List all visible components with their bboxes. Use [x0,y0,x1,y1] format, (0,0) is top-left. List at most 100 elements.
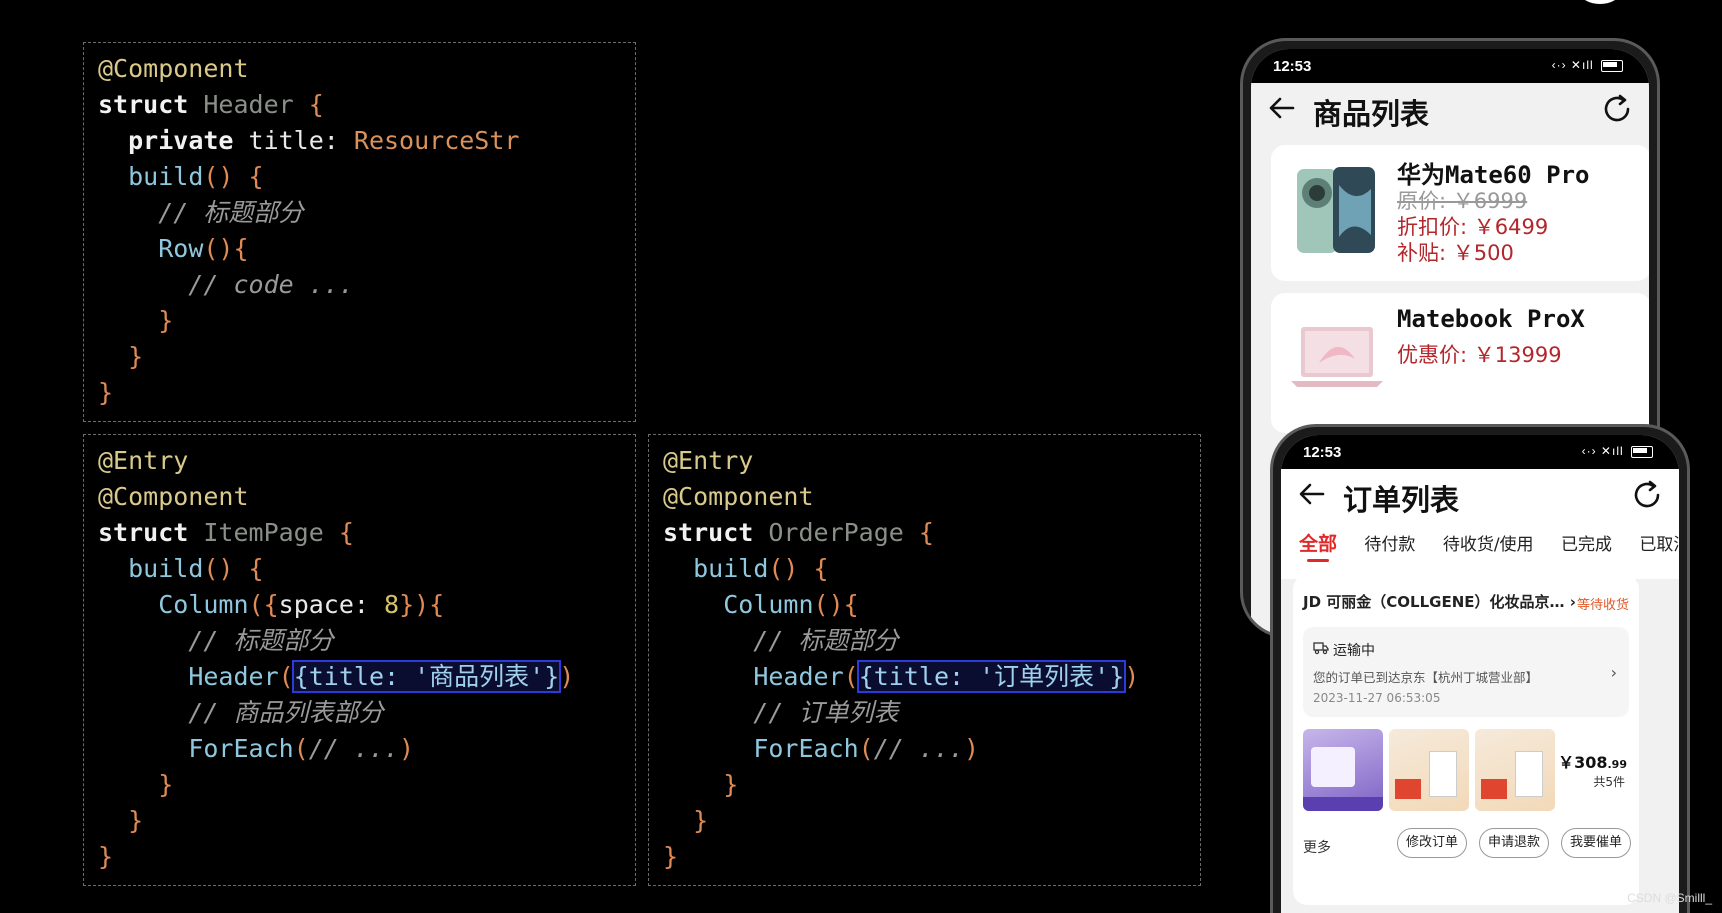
code-line: // code ... [98,267,519,303]
code-line: } [663,803,1139,839]
battery-icon [1631,445,1653,458]
phone-screen: 12:53 ‹·› ✕ıll 订单列表 全部 待付款 待收货/使用 已完成 已取… [1281,435,1679,913]
code-line: struct Header { [98,87,519,123]
code-token: ItemPage [188,518,339,547]
code-token: ({ [248,590,279,619]
code-token: @Component [663,482,814,511]
code-token: ) [1124,662,1140,691]
code-line: } [663,767,1139,803]
code-line: } [98,375,519,411]
code-token: ) [559,662,575,691]
product-card[interactable]: 华为Mate60 Pro 原价: ￥6999 折扣价: ￥6499 补贴: ￥5… [1271,145,1649,281]
item-count: 共5件 [1593,775,1625,789]
code-token: // 标题部分 [98,626,334,655]
product-thumbnail[interactable] [1475,729,1555,811]
code-line: // 商品列表部分 [98,695,574,731]
back-arrow-icon[interactable] [1267,93,1297,123]
shipping-info[interactable]: 运输中 您的订单已到达京东【杭州丁城营业部】 2023-11-27 06:53:… [1303,627,1629,717]
code-block-orderpage: @Entry @Component struct OrderPage { build… [663,443,1139,875]
code-token: ForEach [188,734,294,763]
request-refund-button[interactable]: 申请退款 [1479,828,1549,858]
status-time: 12:53 [1273,58,1312,75]
code-line: @Component [98,479,574,515]
code-line: struct ItemPage { [98,515,574,551]
code-token: struct [98,90,189,119]
code-line: Column(){ [663,587,1139,623]
corner-circle [1580,0,1620,4]
tab-pending-receipt[interactable]: 待收货/使用 [1443,530,1534,555]
highlighted-argument: {title: '商品列表'} [291,660,562,693]
order-tabs: 全部 待付款 待收货/使用 已完成 已取消 [1299,529,1679,562]
code-token: } [693,806,709,835]
back-arrow-icon[interactable] [1297,479,1327,509]
code-line: } [98,839,574,875]
code-token: Column [723,590,814,619]
more-link[interactable]: 更多 [1303,837,1331,857]
chevron-right-icon: › [1569,593,1576,611]
code-block-header: @Component struct Header { private title:… [98,51,519,411]
product-thumbnail[interactable] [1389,729,1469,811]
order-card[interactable]: JD 可丽金（COLLGENE）化妆品京… › 等待收货 运输中 您的订单已到达… [1293,575,1639,905]
code-token: // code ... [98,270,354,299]
tab-completed[interactable]: 已完成 [1561,530,1612,555]
truck-icon [1313,642,1329,655]
refresh-icon[interactable] [1631,479,1663,511]
modify-order-button[interactable]: 修改订单 [1397,828,1467,858]
code-line: build() { [98,551,574,587]
shop-name-text: JD 可丽金（COLLGENE）化妆品京… [1303,593,1565,611]
tab-all[interactable]: 全部 [1299,529,1337,562]
phone-order-list: 12:53 ‹·› ✕ıll 订单列表 全部 待付款 待收货/使用 已完成 已取… [1270,424,1690,913]
price-cents: .99 [1607,758,1628,771]
code-token: Header [188,90,309,119]
code-token: // 订单列表 [663,698,899,727]
code-token: @Component [98,482,249,511]
code-token: build [128,162,204,191]
code-panel-itempage: @Entry @Component struct ItemPage { build(… [83,434,636,886]
code-line: // 订单列表 [663,695,1139,731]
shipping-time: 2023-11-27 06:53:05 [1313,691,1441,705]
code-token: { [338,518,354,547]
code-token: @Component [98,54,249,83]
code-token: struct [98,518,189,547]
code-token: // 标题部分 [98,198,304,227]
order-status: 等待收货 [1576,598,1629,613]
product-card[interactable]: Matebook ProX 优惠价: ￥13999 [1271,293,1649,433]
code-token: } [663,842,679,871]
code-token: @Entry [98,446,189,475]
product-thumbnail[interactable] [1303,729,1383,811]
code-token: (){ [813,590,859,619]
code-line: build() { [663,551,1139,587]
code-token: 8 [384,590,400,619]
laptop-product-image [1291,327,1383,387]
subsidy-price: 补贴: ￥500 [1397,241,1514,265]
code-token: space: [278,590,384,619]
code-line: } [98,767,574,803]
code-line: // 标题部分 [98,623,574,659]
refresh-icon[interactable] [1601,93,1633,125]
code-line: // 标题部分 [98,195,519,231]
code-token: Header [753,662,844,691]
code-token: } [158,306,174,335]
page-title: 商品列表 [1313,97,1430,131]
code-token: build [693,554,769,583]
promo-price: 优惠价: ￥13999 [1397,343,1562,367]
status-icons: ‹·› ✕ıll [1552,58,1623,72]
code-line: Header({title: '订单列表'}) [663,659,1139,695]
tab-pending-payment[interactable]: 待付款 [1364,530,1415,555]
header: 商品列表 [1251,83,1649,139]
code-token: () { [768,554,829,583]
urge-order-button[interactable]: 我要催单 [1561,828,1631,858]
code-token: Header [188,662,279,691]
code-block-itempage: @Entry @Component struct ItemPage { build(… [98,443,574,875]
code-line: Row(){ [98,231,519,267]
shop-name[interactable]: JD 可丽金（COLLGENE）化妆品京… › [1303,591,1576,612]
code-line: Column({space: 8}){ [98,587,574,623]
tab-cancelled[interactable]: 已取消 [1639,530,1679,555]
